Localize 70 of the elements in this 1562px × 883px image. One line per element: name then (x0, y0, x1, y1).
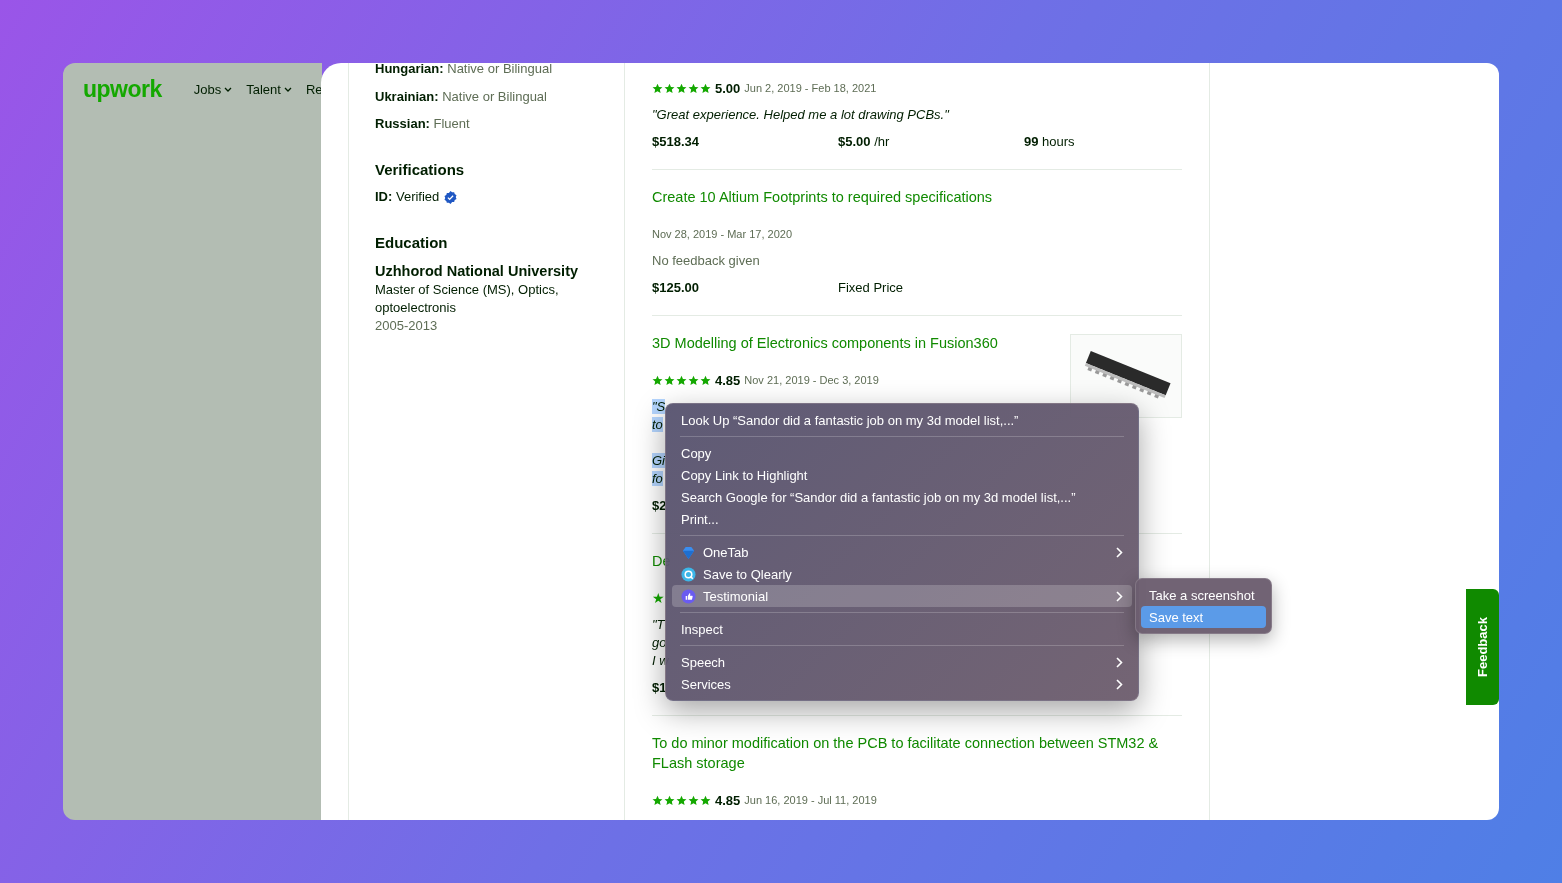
language-row-text: Russian: Fluent (375, 115, 471, 133)
menu-item[interactable]: Services (672, 673, 1132, 695)
school-name: Uzhhorod National University (375, 262, 580, 281)
review-text: "S (652, 399, 666, 414)
review-text: "T (652, 617, 665, 632)
education-years: 2005-2013 (375, 317, 439, 335)
language-row-text: Hungarian: Native or Bilingual (375, 63, 554, 78)
menu-item[interactable]: Take a screenshot (1141, 584, 1266, 606)
job-stat: $1 (652, 679, 667, 697)
menu-item[interactable]: Testimonial (672, 585, 1132, 607)
job-stat: Fixed Price (838, 279, 904, 297)
star-icon (652, 374, 663, 386)
job-title-link[interactable]: To do minor modification on the PCB to facilitate connection between STM32 & FLash storage (652, 733, 1182, 773)
job-dates: Nov 21, 2019 - Dec 3, 2019 (744, 374, 879, 386)
star-icon (664, 374, 675, 386)
star-icon (700, 82, 711, 94)
nav-link[interactable]: Talent (246, 82, 292, 98)
job-dates: Jun 2, 2019 - Feb 18, 2021 (744, 82, 877, 94)
job-dates: Nov 28, 2019 - Mar 17, 2020 (652, 227, 794, 242)
menu-item[interactable]: Copy (672, 442, 1132, 464)
job-stat: $518.34 (652, 133, 699, 151)
menu-item[interactable]: Look Up “Sandor did a fantastic job on my 3d model list,...” (672, 409, 1132, 431)
thumbs-up-icon (681, 588, 696, 604)
star-icon: ★ (652, 591, 665, 605)
menu-item[interactable]: Copy Link to Highlight (672, 464, 1132, 486)
star-icon (688, 374, 699, 386)
rating-value: 4.85 (715, 372, 741, 388)
gem-icon (681, 544, 696, 560)
star-icon (664, 82, 675, 94)
review-text: fo (652, 471, 663, 486)
nav-link[interactable]: Jobs (193, 82, 233, 98)
star-icon (652, 82, 663, 94)
menu-item[interactable]: Print... (672, 508, 1132, 530)
feedback-button[interactable]: Feedback (1466, 589, 1499, 705)
section-heading: Verifications (375, 160, 466, 180)
star-icon (652, 794, 663, 806)
job-stat: $2 (652, 497, 667, 515)
menu-item[interactable]: Search Google for “Sandor did a fantastic job on my 3d model list,...” (672, 486, 1132, 508)
job-title-link[interactable]: 3D Modelling of Electronics components in Fusion360 (652, 333, 998, 353)
menu-item[interactable]: Inspect (672, 618, 1132, 640)
star-icon (688, 794, 699, 806)
star-icon (700, 794, 711, 806)
q-logo-icon (681, 566, 696, 582)
star-icon (676, 794, 687, 806)
degree-text: Master of Science (MS), Optics, (375, 281, 560, 299)
star-icon (688, 82, 699, 94)
review-text: "Great experience. Helped me a lot drawing PCBs." (652, 107, 949, 122)
star-icon (676, 374, 687, 386)
menu-item[interactable]: Save to Qlearly (672, 563, 1132, 585)
job-stat: 99 hours (1024, 133, 1075, 151)
feedback-text: No feedback given (652, 252, 761, 270)
star-icon (664, 794, 675, 806)
nav-link[interactable]: Re (305, 82, 322, 98)
review-text: to (652, 417, 663, 432)
degree-text: optoelectronis (375, 299, 457, 317)
job-title-link[interactable]: Create 10 Altium Footprints to required specifications (652, 187, 993, 207)
star-icon (700, 374, 711, 386)
star-icon (676, 82, 687, 94)
review-text: Gi (652, 453, 665, 468)
language-row-text: Ukrainian: Native or Bilingual (375, 87, 548, 106)
menu-item[interactable]: Speech (672, 651, 1132, 673)
job-stat: $5.00 /hr (838, 133, 890, 151)
verification-text: ID: Verified (375, 188, 440, 206)
job-dates: Jun 16, 2019 - Jul 11, 2019 (744, 794, 877, 806)
menu-item[interactable]: OneTab (672, 541, 1132, 563)
rating-value: 4.85 (715, 792, 741, 808)
rating-value: 5.00 (715, 80, 741, 96)
section-heading: Education (375, 233, 449, 253)
job-stat: $125.00 (652, 279, 699, 297)
review-text: go (652, 635, 667, 650)
